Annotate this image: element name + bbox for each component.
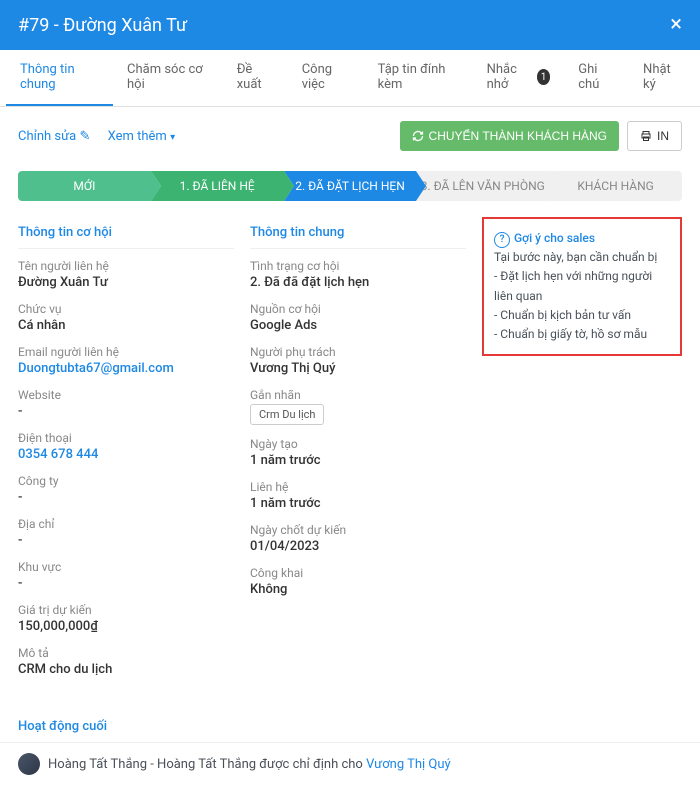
right-column: Gợi ý cho sales Tại bước này, bạn cần ch… — [482, 217, 682, 689]
tab-nhật-ký[interactable]: Nhật ký — [629, 50, 694, 106]
field-value: - — [18, 404, 234, 419]
tab-bar: Thông tin chungChăm sóc cơ hộiĐề xuấtCôn… — [0, 50, 700, 107]
tab-đề-xuất[interactable]: Đề xuất — [223, 50, 288, 106]
activity-text: Hoàng Tất Thắng - Hoàng Tất Thắng được c… — [48, 757, 451, 772]
field: Tình trạng cơ hội 2. Đã đã đặt lịch hẹn — [250, 259, 466, 290]
avatar — [18, 753, 40, 775]
field-label: Ngày tạo — [250, 437, 466, 451]
field: Công ty - — [18, 474, 234, 505]
tab-badge: 1 — [537, 69, 550, 85]
field-value: Không — [250, 582, 466, 597]
field-label: Ngày chốt dự kiến — [250, 523, 466, 537]
stage-pipeline: MỚI1. ĐÃ LIÊN HỆ2. ĐÃ ĐẶT LỊCH HẸN3. ĐÃ … — [0, 171, 700, 217]
field-label: Giá trị dự kiến — [18, 603, 234, 617]
field-value[interactable]: 0354 678 444 — [18, 447, 234, 462]
field-label: Địa chỉ — [18, 517, 234, 531]
field-label: Tình trạng cơ hội — [250, 259, 466, 273]
close-icon[interactable]: × — [670, 14, 682, 36]
tab-ghi-chú[interactable]: Ghi chú — [564, 50, 629, 106]
print-icon — [640, 130, 652, 142]
left-column: Thông tin cơ hội Tên người liên hệ Đường … — [18, 217, 234, 689]
field-label: Liên hệ — [250, 480, 466, 494]
field: Khu vực - — [18, 560, 234, 591]
field-value: - — [18, 576, 234, 591]
field-value: Google Ads — [250, 318, 466, 333]
field: Mô tả CRM cho du lịch — [18, 646, 234, 677]
field: Nguồn cơ hội Google Ads — [250, 302, 466, 333]
field: Liên hệ 1 năm trước — [250, 480, 466, 511]
tab-thông-tin-chung[interactable]: Thông tin chung — [6, 50, 113, 106]
field: Người phụ trách Vương Thị Quý — [250, 345, 466, 376]
field-label: Tên người liên hệ — [18, 259, 234, 273]
tag[interactable]: Crm Du lịch — [250, 404, 324, 425]
stage-2[interactable]: 1. ĐÃ LIÊN HỆ — [151, 171, 284, 201]
field-value: Cá nhân — [18, 318, 234, 333]
middle-column: Thông tin chung Tình trạng cơ hội 2. Đã đ… — [250, 217, 466, 689]
field-label: Người phụ trách — [250, 345, 466, 359]
field: Địa chỉ - — [18, 517, 234, 548]
tab-tập-tin-đính-kèm[interactable]: Tập tin đính kèm — [364, 50, 473, 106]
caret-down-icon: ▾ — [170, 132, 175, 143]
field-value: - — [18, 490, 234, 505]
field-label: Gắn nhãn — [250, 388, 466, 402]
modal-title: #79 - Đường Xuân Tư — [18, 15, 187, 36]
convert-customer-button[interactable]: CHUYỂN THÀNH KHÁCH HÀNG — [400, 121, 619, 151]
field: Công khai Không — [250, 566, 466, 597]
tab-nhắc-nhở[interactable]: Nhắc nhở1 — [473, 50, 565, 106]
field: Điện thoại 0354 678 444 — [18, 431, 234, 462]
field: Giá trị dự kiến 150,000,000₫ — [18, 603, 234, 634]
field-label: Điện thoại — [18, 431, 234, 445]
activity-row: Hoàng Tất Thắng - Hoàng Tất Thắng được c… — [0, 743, 700, 785]
edit-link[interactable]: Chỉnh sửa ✎ — [18, 129, 90, 144]
field-value: Đường Xuân Tư — [18, 275, 234, 290]
edit-icon: ✎ — [79, 129, 90, 144]
modal-header: #79 - Đường Xuân Tư × — [0, 0, 700, 50]
field-label: Website — [18, 388, 234, 402]
field-value: 1 năm trước — [250, 453, 466, 468]
field-value: 1 năm trước — [250, 496, 466, 511]
field: Ngày tạo 1 năm trước — [250, 437, 466, 468]
field-label: Mô tả — [18, 646, 234, 660]
field: Website - — [18, 388, 234, 419]
field: Tên người liên hệ Đường Xuân Tư — [18, 259, 234, 290]
stage-1[interactable]: MỚI — [18, 171, 151, 201]
toolbar: Chỉnh sửa ✎ Xem thêm ▾ CHUYỂN THÀNH KHÁC… — [0, 107, 700, 165]
sales-hint-box: Gợi ý cho sales Tại bước này, bạn cần ch… — [482, 217, 682, 356]
field-label: Chức vụ — [18, 302, 234, 316]
field-label: Công khai — [250, 566, 466, 580]
field: Ngày chốt dự kiến 01/04/2023 — [250, 523, 466, 554]
hint-line: - Đặt lịch hẹn với những người liên quan — [494, 267, 670, 305]
field-value: 150,000,000₫ — [18, 619, 234, 634]
field-label: Email người liên hệ — [18, 345, 234, 359]
section-title-opportunity: Thông tin cơ hội — [18, 217, 234, 249]
field: Email người liên hệ Duongtubta67@gmail.co… — [18, 345, 234, 376]
field-value: 01/04/2023 — [250, 539, 466, 554]
assignee-link[interactable]: Vương Thị Quý — [366, 757, 451, 772]
field-value[interactable]: Duongtubta67@gmail.com — [18, 361, 234, 376]
more-link[interactable]: Xem thêm ▾ — [108, 129, 175, 144]
hint-line: Tại bước này, bạn cần chuẩn bị — [494, 248, 670, 267]
field: Gắn nhãn Crm Du lịch — [250, 388, 466, 425]
field-label: Nguồn cơ hội — [250, 302, 466, 316]
field-value: CRM cho du lịch — [18, 662, 234, 677]
activity-section-title: Hoạt động cuối — [0, 709, 700, 743]
field-value: Vương Thị Quý — [250, 361, 466, 376]
tab-chăm-sóc-cơ-hội[interactable]: Chăm sóc cơ hội — [113, 50, 223, 106]
stage-5[interactable]: KHÁCH HÀNG — [549, 171, 682, 201]
hint-line: - Chuẩn bị giấy tờ, hồ sơ mẫu — [494, 325, 670, 344]
field-value: - — [18, 533, 234, 548]
field-label: Công ty — [18, 474, 234, 488]
field-value: 2. Đã đã đặt lịch hẹn — [250, 275, 466, 290]
hint-title: Gợi ý cho sales — [494, 229, 670, 248]
refresh-icon — [412, 130, 424, 142]
section-title-general: Thông tin chung — [250, 217, 466, 249]
stage-4[interactable]: 3. ĐÃ LÊN VĂN PHÒNG — [416, 171, 549, 201]
stage-3[interactable]: 2. ĐÃ ĐẶT LỊCH HẸN — [284, 171, 417, 201]
field: Chức vụ Cá nhân — [18, 302, 234, 333]
tab-công-việc[interactable]: Công việc — [288, 50, 364, 106]
print-button[interactable]: IN — [627, 121, 682, 151]
hint-line: - Chuẩn bị kịch bản tư vấn — [494, 306, 670, 325]
field-label: Khu vực — [18, 560, 234, 574]
